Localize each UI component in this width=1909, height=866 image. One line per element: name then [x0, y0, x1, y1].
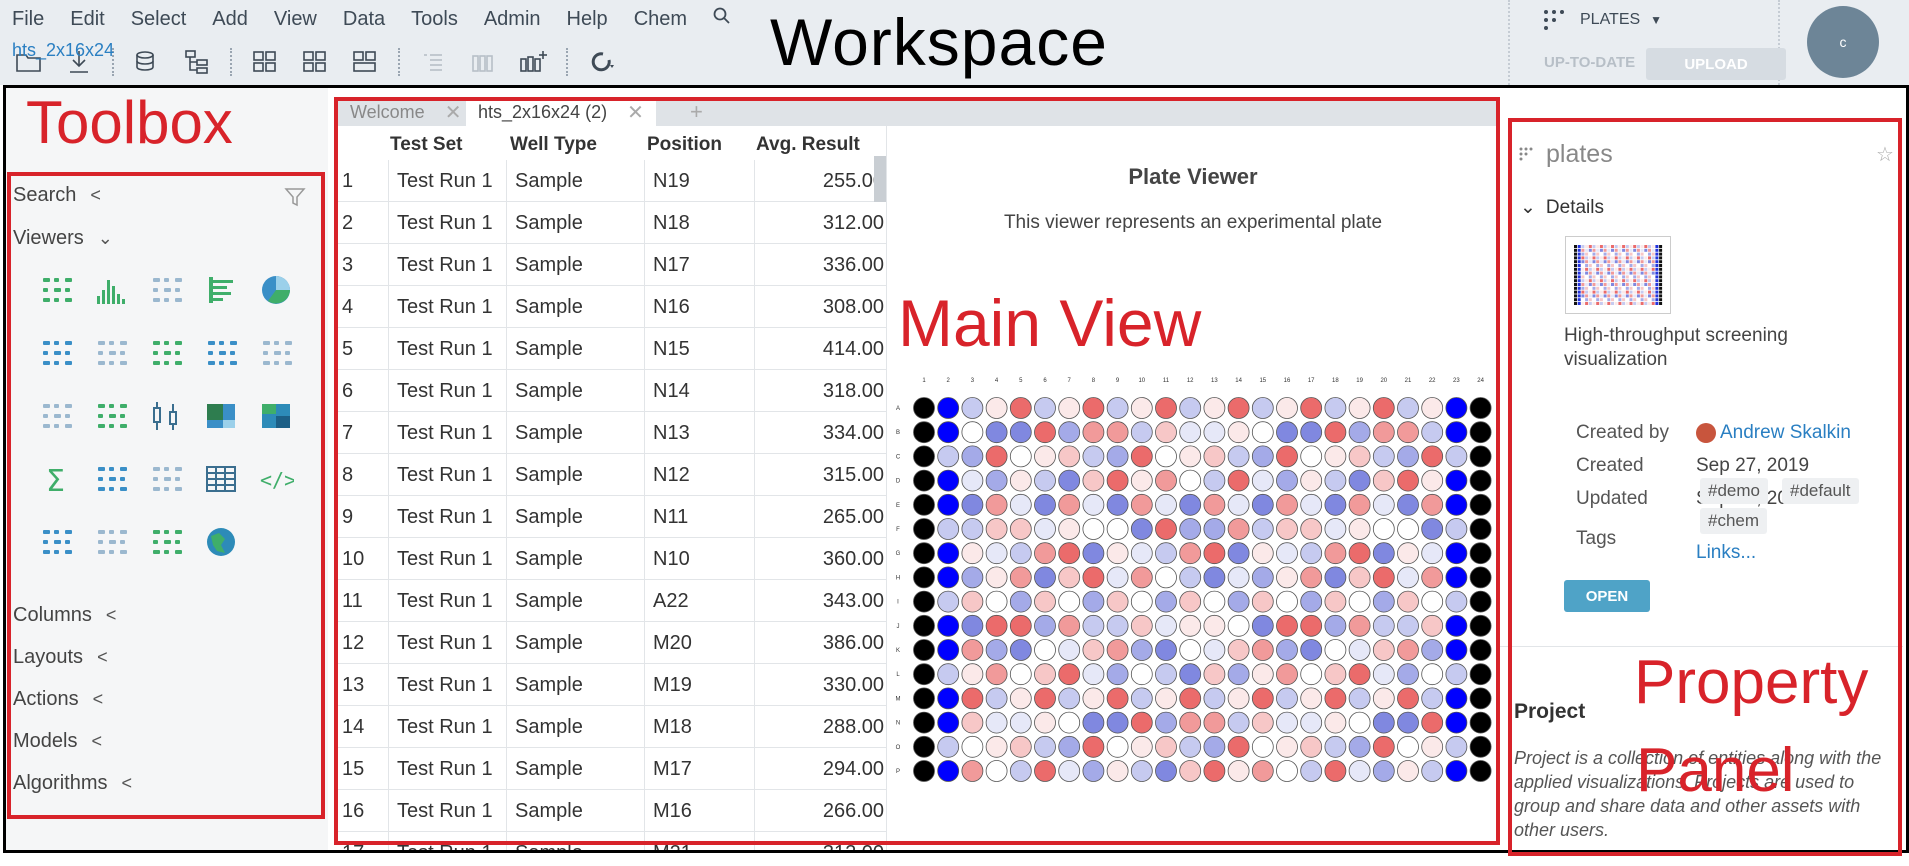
tree-icon[interactable]: [180, 45, 214, 79]
menu-edit[interactable]: Edit: [70, 8, 104, 31]
search-icon[interactable]: [713, 7, 731, 31]
refresh-dropdown-icon[interactable]: [584, 45, 618, 79]
layout-split-icon[interactable]: [348, 45, 382, 79]
menu-tools[interactable]: Tools: [411, 8, 458, 31]
menu-help[interactable]: Help: [567, 8, 608, 31]
caret-down-icon: ▼: [1650, 13, 1663, 27]
annotation-box-toolbox: [7, 172, 325, 819]
menu-add[interactable]: Add: [212, 8, 248, 31]
plates-header-area: PLATES ▼ UP-TO-DATE UPLOAD: [1508, 0, 1786, 85]
columns-icon[interactable]: [466, 45, 500, 79]
menu-view[interactable]: View: [274, 8, 317, 31]
upload-button[interactable]: UPLOAD: [1646, 48, 1786, 80]
annotation-box-main-view: [334, 97, 1500, 845]
toolbar-separator: [230, 47, 232, 76]
uptodate-status: UP-TO-DATE: [1544, 54, 1636, 71]
rows-icon[interactable]: [416, 45, 450, 79]
toolbar-separator: [398, 47, 400, 76]
menu-data[interactable]: Data: [343, 8, 385, 31]
plate-grid-icon: [1544, 10, 1564, 30]
annotation-workspace: Workspace: [770, 5, 1108, 79]
plates-dropdown[interactable]: PLATES ▼: [1542, 8, 1662, 32]
database-icon[interactable]: [130, 45, 164, 79]
layout-grid-alt-icon[interactable]: [298, 45, 332, 79]
menu-file[interactable]: File: [12, 8, 44, 31]
plates-dropdown-label: PLATES: [1580, 11, 1641, 28]
app-root: File Edit Select Add View Data Tools Adm…: [0, 0, 1909, 866]
menu-chem[interactable]: Chem: [634, 8, 687, 31]
toolbar-separator: [566, 47, 568, 76]
workspace-table-link[interactable]: hts_2x16x24: [12, 40, 114, 61]
user-avatar[interactable]: c: [1807, 6, 1879, 78]
add-column-icon[interactable]: [516, 45, 550, 79]
layout-grid-icon[interactable]: [248, 45, 282, 79]
menu-admin[interactable]: Admin: [484, 8, 541, 31]
annotation-box-property-panel: [1508, 118, 1902, 856]
menu-select[interactable]: Select: [131, 8, 187, 31]
